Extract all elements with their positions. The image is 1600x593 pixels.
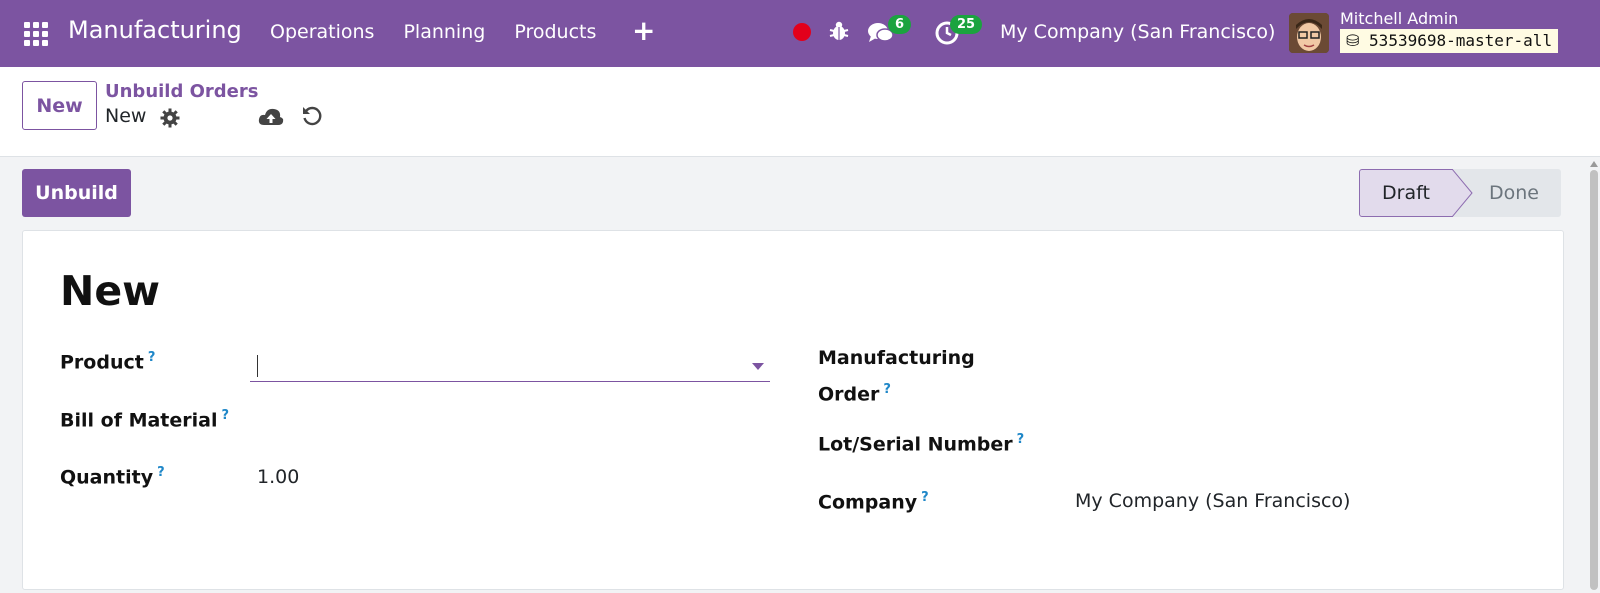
main-menu: Operations Planning Products	[270, 21, 625, 43]
discard-undo-icon[interactable]	[301, 105, 323, 127]
database-name-text: 53539698-master-all	[1369, 31, 1553, 50]
apps-menu-icon[interactable]	[24, 22, 50, 46]
user-avatar[interactable]	[1289, 13, 1329, 53]
quantity-field[interactable]: 1.00	[257, 461, 299, 493]
new-button[interactable]: New	[22, 81, 97, 130]
activity-count-badge: 25	[950, 15, 983, 34]
form-sheet: New Product? Bill of Material? Quantity?…	[22, 230, 1564, 590]
help-tooltip-icon[interactable]: ?	[148, 350, 156, 365]
product-label: Product?	[60, 350, 156, 374]
text-cursor	[257, 355, 258, 377]
save-cloud-icon[interactable]	[258, 106, 284, 128]
control-panel: New Unbuild Orders New	[0, 67, 1600, 157]
bill-of-material-label: Bill of Material?	[60, 408, 230, 432]
scrollbar-thumb[interactable]	[1590, 170, 1598, 590]
breadcrumb-current-record: New	[105, 105, 147, 127]
database-name: ⛁ 53539698-master-all	[1340, 29, 1559, 53]
help-tooltip-icon[interactable]: ?	[157, 465, 165, 480]
menu-item-products[interactable]: Products	[514, 21, 596, 43]
scroll-up-arrow-icon[interactable]	[1590, 161, 1598, 167]
help-tooltip-icon[interactable]: ?	[1017, 432, 1025, 447]
company-label: Company?	[818, 490, 929, 514]
lot-serial-number-label: Lot/Serial Number?	[818, 432, 1025, 456]
breadcrumb-unbuild-orders[interactable]: Unbuild Orders	[105, 81, 258, 102]
product-input[interactable]	[250, 349, 770, 382]
messages-count-badge: 6	[888, 15, 912, 34]
user-name[interactable]: Mitchell Admin	[1340, 9, 1458, 28]
gear-icon[interactable]	[160, 108, 180, 128]
debug-bug-icon[interactable]	[828, 20, 850, 42]
status-draft[interactable]: Draft	[1359, 169, 1453, 217]
chevron-down-icon[interactable]	[752, 363, 764, 370]
add-menu-icon[interactable]: +	[632, 14, 655, 47]
company-switcher[interactable]: My Company (San Francisco)	[1000, 21, 1275, 43]
help-tooltip-icon[interactable]: ?	[221, 408, 229, 423]
recording-icon[interactable]	[793, 23, 811, 41]
unbuild-button[interactable]: Unbuild	[22, 169, 131, 217]
status-arrow-separator	[1452, 169, 1473, 217]
top-navbar: Manufacturing Operations Planning Produc…	[0, 0, 1600, 67]
record-title: New	[60, 267, 160, 315]
menu-item-operations[interactable]: Operations	[270, 21, 374, 43]
app-name[interactable]: Manufacturing	[68, 16, 242, 44]
manufacturing-order-label: Manufacturing Order?	[818, 347, 975, 406]
help-tooltip-icon[interactable]: ?	[921, 490, 929, 505]
company-field[interactable]: My Company (San Francisco)	[1075, 485, 1350, 517]
quantity-label: Quantity?	[60, 465, 165, 489]
menu-item-planning[interactable]: Planning	[403, 21, 485, 43]
help-tooltip-icon[interactable]: ?	[883, 382, 891, 397]
